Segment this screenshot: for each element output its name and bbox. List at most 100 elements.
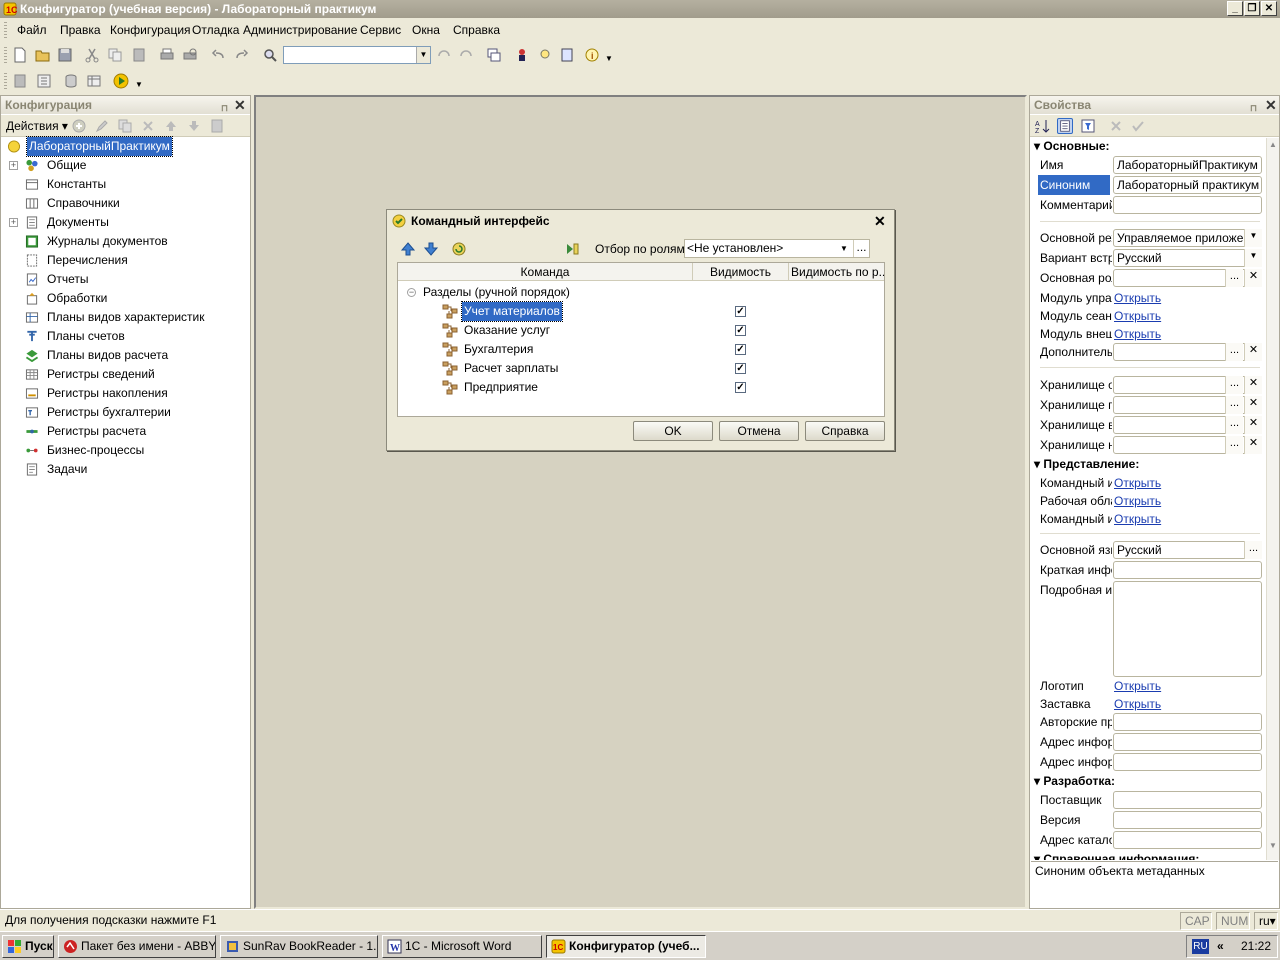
help-button[interactable]: Справка: [805, 421, 885, 441]
move-up-icon[interactable]: [163, 118, 179, 134]
storage3-clear-button[interactable]: ✕: [1244, 416, 1262, 434]
command-row[interactable]: Расчет зарплаты ✓: [398, 359, 884, 378]
task-sunrav[interactable]: SunRav BookReader - 1...: [220, 935, 378, 958]
prop-mod-ext-link[interactable]: Открыть: [1114, 324, 1161, 344]
prop-copyright-field[interactable]: [1113, 713, 1262, 731]
tree-item-16[interactable]: Бизнес-процессы: [1, 441, 250, 460]
help-search-icon[interactable]: [537, 47, 553, 63]
role-filter-field[interactable]: <Не установлен> ▼ ...: [684, 239, 870, 258]
categories-icon[interactable]: [1057, 118, 1073, 134]
print-preview-icon[interactable]: [182, 47, 198, 63]
prop-addr1-field[interactable]: [1113, 733, 1262, 751]
config-compare-icon[interactable]: [36, 73, 52, 89]
tree-item-3[interactable]: Справочники: [1, 194, 250, 213]
group-development[interactable]: ▾ Разработка:: [1034, 773, 1115, 790]
tree-expand-icon[interactable]: +: [9, 218, 18, 227]
prop-logo-link[interactable]: Открыть: [1114, 676, 1161, 696]
table-icon[interactable]: [86, 73, 102, 89]
prop-splash-link[interactable]: Открыть: [1114, 694, 1161, 714]
pin-icon[interactable]: ⊓: [221, 99, 229, 113]
tree-item-10[interactable]: Планы счетов: [1, 327, 250, 346]
storage2-clear-button[interactable]: ✕: [1244, 396, 1262, 414]
run-dropdown-arrow[interactable]: ▼: [135, 80, 143, 89]
move-up-arrow-icon[interactable]: [400, 241, 416, 257]
prop-brief-field[interactable]: [1113, 561, 1262, 579]
database-icon[interactable]: [63, 73, 79, 89]
redo-icon[interactable]: [233, 47, 249, 63]
print-icon[interactable]: [159, 47, 175, 63]
save-icon[interactable]: [57, 47, 73, 63]
command-row[interactable]: Предприятие ✓: [398, 378, 884, 397]
clear-value-icon[interactable]: [1108, 118, 1124, 134]
main-role-clear-button[interactable]: ✕: [1244, 269, 1262, 287]
tree-item-2[interactable]: Константы: [1, 175, 250, 194]
tree-item-9[interactable]: Планы видов характеристик: [1, 308, 250, 327]
lang-select-button[interactable]: ...: [1244, 541, 1262, 559]
menu-service[interactable]: Сервис: [360, 23, 401, 37]
prop-catalog-field[interactable]: [1113, 831, 1262, 849]
search-dropdown-arrow[interactable]: ▼: [416, 47, 430, 63]
tree-item-11[interactable]: Планы видов расчета: [1, 346, 250, 365]
start-button[interactable]: Пуск: [2, 935, 54, 958]
paste-icon[interactable]: [131, 47, 147, 63]
scroll-down-icon[interactable]: ▼: [1269, 841, 1277, 850]
tree-expand-icon[interactable]: +: [9, 161, 18, 170]
visibility-checkbox[interactable]: ✓: [735, 306, 746, 317]
compat-dropdown-icon[interactable]: ▼: [1244, 249, 1262, 267]
storage1-select-button[interactable]: ...: [1225, 376, 1243, 394]
sort-icon[interactable]: [209, 118, 225, 134]
info-dropdown-arrow[interactable]: ▼: [605, 54, 613, 63]
tree-item-14[interactable]: Регистры бухгалтерии: [1, 403, 250, 422]
prop-lang-field[interactable]: Русский: [1113, 541, 1262, 559]
role-filter-dropdown-icon[interactable]: ▼: [837, 241, 851, 256]
prop-main-mode-field[interactable]: Управляемое приложени: [1113, 229, 1262, 247]
tree-item-13[interactable]: Регистры накопления: [1, 384, 250, 403]
restore-button[interactable]: ❐: [1244, 1, 1260, 16]
visibility-checkbox[interactable]: ✓: [735, 344, 746, 355]
add-icon[interactable]: [71, 118, 87, 134]
command-row[interactable]: Бухгалтерия ✓: [398, 340, 884, 359]
group-row[interactable]: − Разделы (ручной порядок): [398, 283, 884, 302]
find-next-icon[interactable]: [436, 47, 452, 63]
close-window-button[interactable]: ✕: [1261, 1, 1277, 16]
prop-name-field[interactable]: ЛабораторныйПрактикум: [1113, 156, 1262, 174]
prop-cmd2-link[interactable]: Открыть: [1114, 509, 1161, 529]
info-icon[interactable]: i: [584, 47, 600, 63]
tree-item-5[interactable]: Журналы документов: [1, 232, 250, 251]
storage4-clear-button[interactable]: ✕: [1244, 436, 1262, 454]
task-configurator[interactable]: 1C Конфигуратор (учеб...: [546, 935, 706, 958]
task-abbyy[interactable]: Пакет без имени - ABBY...: [58, 935, 216, 958]
prop-detailed-field[interactable]: [1113, 581, 1262, 677]
group-reference[interactable]: ▾ Справочная информация:: [1034, 851, 1199, 860]
tree-item-6[interactable]: Перечисления: [1, 251, 250, 270]
actions-menu[interactable]: Действия ▾: [6, 119, 68, 133]
collapse-icon[interactable]: −: [407, 288, 416, 297]
prop-mod-app-link[interactable]: Открыть: [1114, 288, 1161, 308]
tree-item-7[interactable]: Отчеты: [1, 270, 250, 289]
refresh-icon[interactable]: [451, 241, 467, 257]
additional-clear-button[interactable]: ✕: [1244, 343, 1262, 361]
menu-debug[interactable]: Отладка: [192, 23, 239, 37]
accept-value-icon[interactable]: [1130, 118, 1146, 134]
main-mode-dropdown-icon[interactable]: ▼: [1244, 229, 1262, 247]
scroll-up-icon[interactable]: ▲: [1269, 140, 1277, 149]
menu-administration[interactable]: Администрирование: [243, 23, 357, 37]
main-role-select-button[interactable]: ...: [1225, 269, 1243, 287]
search-combo[interactable]: ▼: [283, 46, 431, 64]
minimize-button[interactable]: _: [1227, 1, 1243, 16]
prop-mod-session-link[interactable]: Открыть: [1114, 306, 1161, 326]
dialog-close-icon[interactable]: ✕: [874, 210, 886, 232]
task-word[interactable]: W 1С - Microsoft Word: [382, 935, 542, 958]
additional-select-button[interactable]: ...: [1225, 343, 1243, 361]
column-visibility[interactable]: Видимость: [693, 265, 788, 279]
move-down-icon[interactable]: [186, 118, 202, 134]
run-debug-icon[interactable]: [113, 73, 129, 89]
menu-configuration[interactable]: Конфигурация: [110, 23, 191, 37]
tree-item-12[interactable]: Регистры сведений: [1, 365, 250, 384]
command-row[interactable]: Учет материалов ✓: [398, 301, 884, 322]
visibility-checkbox[interactable]: ✓: [735, 363, 746, 374]
keyboard-lang-indicator[interactable]: RU: [1192, 939, 1209, 954]
menu-file[interactable]: Файл: [17, 23, 47, 37]
tree-item-15[interactable]: Регистры расчета: [1, 422, 250, 441]
visibility-checkbox[interactable]: ✓: [735, 382, 746, 393]
